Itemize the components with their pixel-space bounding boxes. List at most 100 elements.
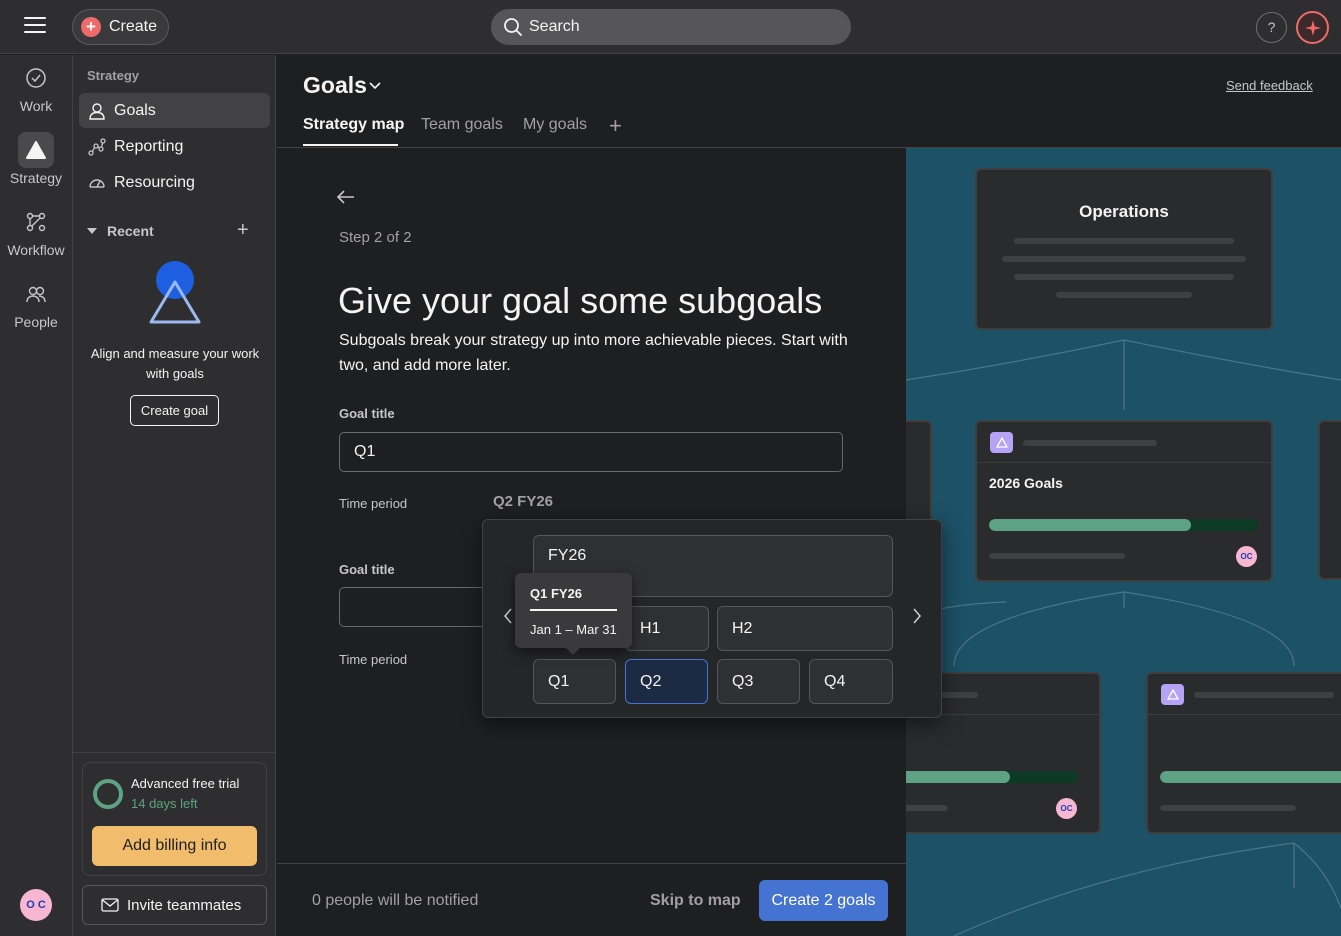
rail-item-workflow[interactable]: Workflow: [0, 204, 72, 258]
form-subtext: Subgoals break your strategy up into mor…: [339, 332, 848, 374]
create-goals-button[interactable]: Create 2 goals: [759, 880, 888, 921]
rail-item-strategy[interactable]: Strategy: [0, 132, 72, 186]
rail-item-people[interactable]: People: [0, 276, 72, 330]
add-tab-icon[interactable]: +: [609, 113, 622, 139]
rail-label: People: [14, 314, 58, 330]
send-feedback-link[interactable]: Send feedback: [1226, 78, 1313, 93]
sidebar-item-label: Reporting: [114, 137, 184, 155]
tooltip-divider: [530, 609, 617, 611]
invite-label: Invite teammates: [127, 896, 242, 914]
page-header: Goals Send feedback Strategy map Team go…: [277, 55, 1341, 148]
rail-label: Work: [19, 98, 53, 114]
form-heading: Give your goal some subgoals: [338, 280, 823, 321]
tab-team-goals[interactable]: Team goals: [421, 116, 503, 134]
time-period-label: Time period: [339, 652, 408, 667]
goal-title-label: Goal title: [339, 406, 395, 421]
rail-label: Workflow: [7, 242, 65, 258]
reporting-icon: [88, 137, 106, 156]
sidebar-item-label: Goals: [114, 101, 156, 119]
rail-label: Strategy: [9, 170, 63, 186]
sidebar: Strategy Goals Reporting Resourcing Rece…: [72, 55, 276, 936]
chevron-down-icon[interactable]: [369, 77, 381, 95]
tab-my-goals[interactable]: My goals: [523, 116, 587, 134]
add-recent-icon[interactable]: +: [237, 219, 249, 242]
strategy-map-preview: Operations 2026 Goals OC OC: [906, 148, 1341, 936]
empty-state-text: Align and measure your work with goals: [90, 346, 260, 381]
notify-text: 0 people will be notified: [312, 892, 479, 909]
picker-q2-button[interactable]: Q2: [625, 659, 708, 704]
goal-progress-fill: [989, 519, 1191, 531]
trial-days-left: 14 days left: [131, 796, 198, 811]
map-card-2026-goals: 2026 Goals OC: [975, 420, 1273, 582]
map-card-title: Operations: [1079, 202, 1169, 221]
person-icon: [89, 102, 105, 120]
map-card-sub-right: [1146, 672, 1341, 834]
gauge-icon: [89, 178, 105, 188]
map-card-operations: Operations: [975, 168, 1273, 330]
time-period-label: Time period: [339, 496, 408, 511]
people-icon: [18, 276, 54, 312]
skip-to-map-button[interactable]: Skip to map: [650, 892, 741, 910]
workflow-icon: [18, 204, 54, 240]
help-button[interactable]: ?: [1256, 12, 1287, 43]
caret-down-icon: [87, 228, 97, 234]
left-rail: Work Strategy Workflow People O C: [0, 55, 72, 936]
goals-illustration: [147, 260, 203, 329]
trial-card: Advanced free trial 14 days left Add bil…: [82, 762, 267, 876]
goal-title-label: Goal title: [339, 562, 395, 577]
avatar[interactable]: O C: [20, 889, 52, 921]
tab-strategy-map[interactable]: Strategy map: [303, 116, 404, 134]
goal-progress-bar: [989, 519, 1258, 531]
triangle-icon: [18, 132, 54, 168]
create-goal-button[interactable]: Create goal: [130, 395, 219, 426]
divider: [73, 752, 275, 753]
back-arrow-icon[interactable]: [336, 190, 355, 209]
progress-bar: [1160, 771, 1341, 783]
picker-q1-button[interactable]: Q1: [533, 659, 616, 704]
progress-fill: [906, 771, 1010, 783]
avatar: OC: [1056, 798, 1077, 819]
picker-h2-button[interactable]: H2: [717, 606, 893, 651]
chevron-left-icon[interactable]: [503, 607, 513, 630]
rail-item-work[interactable]: Work: [0, 60, 72, 114]
tooltip-range: Jan 1 – Mar 31: [530, 622, 617, 637]
sidebar-item-label: Resourcing: [114, 173, 195, 191]
create-button[interactable]: + Create: [72, 9, 169, 45]
goal-card-title: 2026 Goals: [989, 475, 1063, 491]
mail-icon: [101, 898, 119, 912]
map-card-partial-right: [1318, 420, 1341, 580]
time-period-selector[interactable]: Q2 FY26: [493, 493, 553, 510]
invite-teammates-button[interactable]: Invite teammates: [82, 885, 267, 925]
menu-icon[interactable]: [24, 17, 46, 37]
top-bar: + Create Search ?: [0, 0, 1341, 54]
goal-title-input-2[interactable]: [339, 587, 489, 627]
search-placeholder: Search: [529, 18, 580, 35]
create-button-label: Create: [109, 18, 158, 35]
sidebar-item-goals[interactable]: Goals: [79, 93, 270, 128]
tooltip-tail: [565, 647, 581, 655]
form-footer: 0 people will be notified Skip to map Cr…: [277, 863, 906, 936]
chevron-right-icon[interactable]: [912, 607, 922, 630]
goal-icon: [990, 432, 1013, 453]
picker-q3-button[interactable]: Q3: [717, 659, 800, 704]
sidebar-item-reporting[interactable]: Reporting: [79, 129, 270, 164]
add-billing-button[interactable]: Add billing info: [92, 826, 257, 866]
sidebar-item-resourcing[interactable]: Resourcing: [79, 165, 270, 200]
goal-title-input-1[interactable]: [339, 432, 843, 472]
search-icon: [504, 18, 522, 36]
sidebar-section-title: Strategy: [87, 68, 140, 83]
progress-bar: [906, 771, 1078, 783]
picker-q4-button[interactable]: Q4: [809, 659, 893, 704]
picker-h1-button[interactable]: H1: [625, 606, 709, 651]
trial-progress-ring: [93, 779, 123, 809]
trial-title: Advanced free trial: [131, 776, 240, 791]
page-title: Goals: [303, 72, 367, 98]
tooltip-title: Q1 FY26: [530, 586, 583, 601]
sparkle-icon: [1304, 19, 1321, 36]
check-circle-icon: [18, 60, 54, 96]
ai-sparkle-button[interactable]: [1296, 11, 1329, 44]
progress-fill: [1160, 771, 1341, 783]
active-tab-indicator: [303, 144, 398, 146]
recent-label: Recent: [107, 223, 154, 239]
search-input[interactable]: Search: [491, 9, 851, 45]
